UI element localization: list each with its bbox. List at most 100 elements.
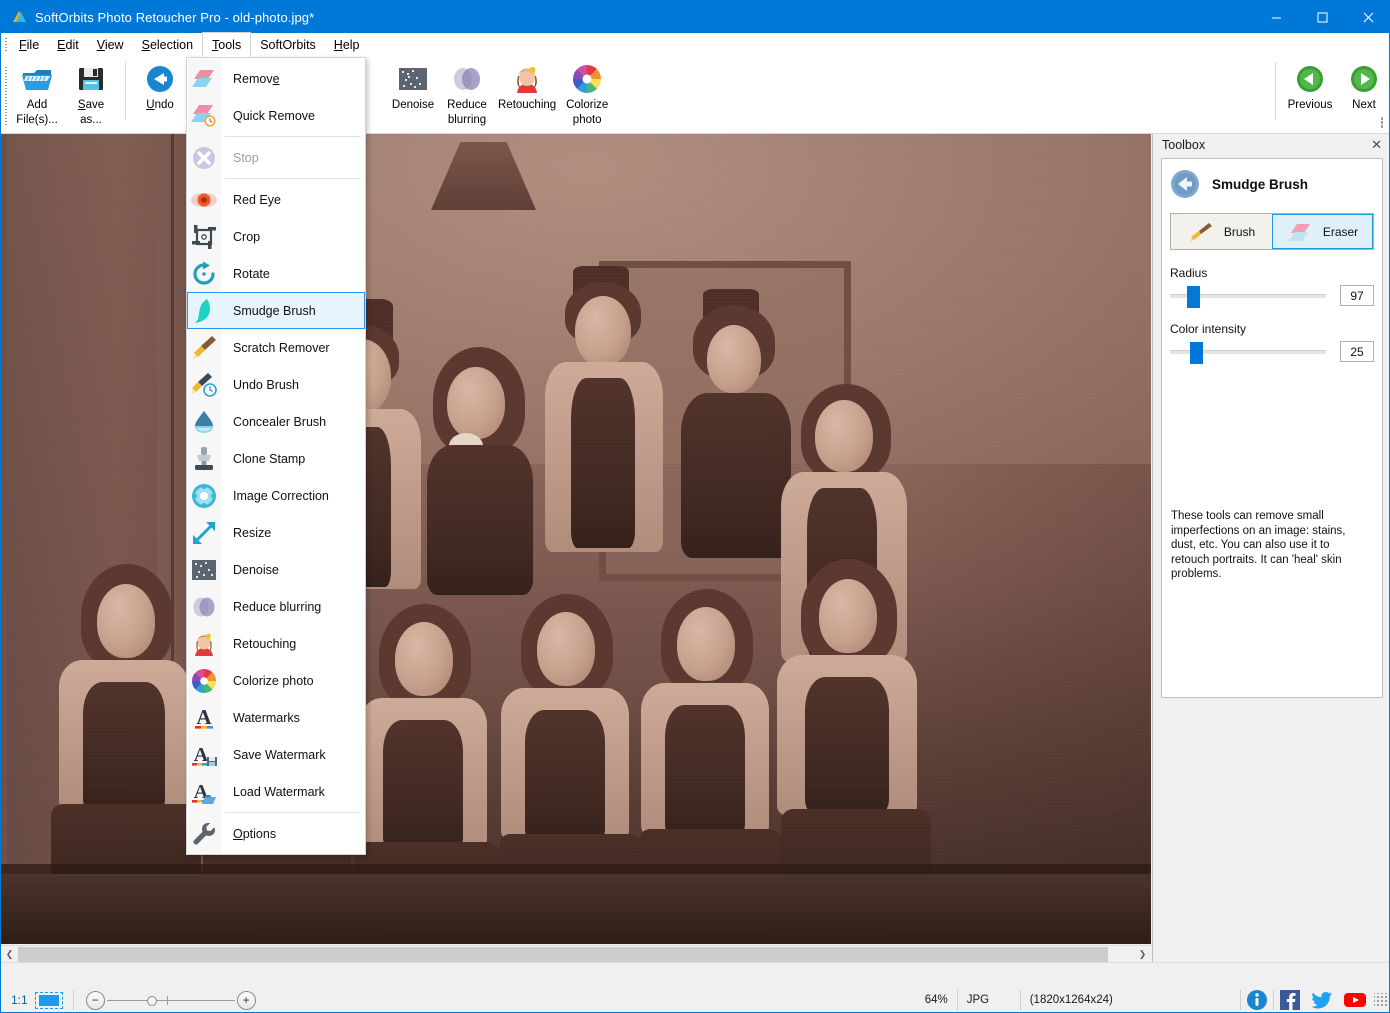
retouching-icon <box>511 61 543 97</box>
reduce-blurring-icon <box>187 590 220 623</box>
zoom-ratio-label[interactable]: 1:1 <box>1 993 28 1007</box>
facebook-icon[interactable] <box>1279 989 1301 1011</box>
scroll-trough[interactable] <box>18 946 1134 963</box>
menu-item-label: Resize <box>233 526 271 540</box>
undo-brush-icon <box>187 368 220 401</box>
twitter-icon[interactable] <box>1311 989 1333 1011</box>
retouching-button[interactable]: Retouching <box>494 57 560 129</box>
menu-item-quick-remove[interactable]: Quick Remove <box>187 97 365 134</box>
menu-item-clone-stamp[interactable]: Clone Stamp <box>187 440 365 477</box>
color-intensity-slider-thumb[interactable] <box>1190 342 1203 364</box>
denoise-icon <box>187 553 220 586</box>
menu-item-remove[interactable]: Remove <box>187 60 365 97</box>
close-icon[interactable] <box>1345 1 1390 33</box>
menu-item-watermarks[interactable]: A Watermarks <box>187 699 365 736</box>
eraser-mode-label: Eraser <box>1323 225 1358 239</box>
menu-item-scratch-remover[interactable]: Scratch Remover <box>187 329 365 366</box>
zoom-out-button[interactable]: − <box>86 991 105 1010</box>
menu-item-undo-brush[interactable]: Undo Brush <box>187 366 365 403</box>
brush-mode-button[interactable]: Brush <box>1171 214 1272 249</box>
image-dimensions: (1820x1264x24) <box>1021 987 1122 1013</box>
svg-text:A: A <box>196 705 212 729</box>
menu-item-label: Rotate <box>233 267 270 281</box>
zoom-in-button[interactable]: + <box>237 991 256 1010</box>
toolbox-close-icon[interactable]: ✕ <box>1371 139 1382 151</box>
resize-icon <box>187 516 220 549</box>
softorbits-logo-icon <box>11 9 27 25</box>
toolbox-title: Toolbox <box>1162 138 1205 152</box>
menu-selection[interactable]: Selection <box>133 33 202 57</box>
toolbox-header: Toolbox ✕ <box>1153 134 1390 156</box>
add-files-button[interactable]: Add File(s)... <box>10 57 64 129</box>
menu-item-smudge-brush[interactable]: Smudge Brush <box>187 292 365 329</box>
eraser-mode-button[interactable]: Eraser <box>1272 214 1373 249</box>
menu-tools[interactable]: Tools <box>202 32 251 57</box>
toolbar-separator <box>125 62 126 120</box>
stop-icon <box>187 141 220 174</box>
scroll-thumb[interactable] <box>18 947 1108 962</box>
previous-button[interactable]: Previous <box>1283 57 1337 129</box>
eraser-icon <box>1287 221 1313 243</box>
image-canvas[interactable] <box>1 134 1151 944</box>
minimize-icon[interactable] <box>1253 1 1299 33</box>
menu-item-save-watermark[interactable]: A Save Watermark <box>187 736 365 773</box>
menu-item-denoise[interactable]: Denoise <box>187 551 365 588</box>
menu-edit[interactable]: Edit <box>48 33 88 57</box>
denoise-icon <box>397 61 429 97</box>
scroll-right-icon[interactable]: ❯ <box>1134 946 1151 963</box>
photo-preview <box>1 134 1151 944</box>
color-intensity-slider[interactable] <box>1170 350 1326 354</box>
window-controls <box>1253 1 1390 33</box>
canvas-horizontal-scrollbar[interactable]: ❮ ❯ <box>1 945 1151 962</box>
menu-file[interactable]: File <box>10 33 48 57</box>
menu-item-crop[interactable]: Crop <box>187 218 365 255</box>
menu-item-concealer-brush[interactable]: Concealer Brush <box>187 403 365 440</box>
tools-dropdown-menu: Remove Quick Remove <box>186 57 366 855</box>
menu-item-load-watermark[interactable]: A Load Watermark <box>187 773 365 810</box>
menu-item-label: Watermarks <box>233 711 300 725</box>
zoom-slider-tick <box>167 996 168 1005</box>
colorize-photo-button[interactable]: Colorize photo <box>560 57 614 129</box>
zoom-slider[interactable] <box>107 991 235 1010</box>
youtube-icon[interactable] <box>1343 989 1365 1011</box>
menu-item-rotate[interactable]: Rotate <box>187 255 365 292</box>
menu-view[interactable]: View <box>88 33 133 57</box>
info-icon[interactable] <box>1246 989 1268 1011</box>
reduce-blurring-button[interactable]: Reduce blurring <box>440 57 494 129</box>
menu-item-red-eye[interactable]: Red Eye <box>187 181 365 218</box>
radius-value[interactable]: 97 <box>1340 285 1374 306</box>
zoom-slider-knob[interactable] <box>147 996 157 1006</box>
menu-item-retouching[interactable]: Retouching <box>187 625 365 662</box>
radius-slider-thumb[interactable] <box>1187 286 1200 308</box>
maximize-icon[interactable] <box>1299 1 1345 33</box>
color-intensity-value[interactable]: 25 <box>1340 341 1374 362</box>
menu-item-options[interactable]: Options <box>187 815 365 852</box>
next-label: Next <box>1352 99 1376 112</box>
save-as-button[interactable]: Save as... <box>64 57 118 129</box>
window-resize-grip[interactable] <box>1374 993 1388 1007</box>
file-format: JPG <box>958 987 1020 1013</box>
menu-item-reduce-blurring[interactable]: Reduce blurring <box>187 588 365 625</box>
radius-slider[interactable] <box>1170 294 1326 298</box>
menu-help[interactable]: Help <box>325 33 369 57</box>
undo-button[interactable]: Undo <box>133 57 187 129</box>
toolbar-grip <box>1 57 10 134</box>
menu-item-resize[interactable]: Resize <box>187 514 365 551</box>
scroll-left-icon[interactable]: ❮ <box>1 946 18 963</box>
window-title: SoftOrbits Photo Retoucher Pro - old-pho… <box>35 10 314 25</box>
color-intensity-slider-line: 25 <box>1170 341 1374 362</box>
status-divider <box>73 990 74 1010</box>
toolbar-overflow-icon[interactable]: ┇ <box>1377 119 1387 129</box>
menu-item-label: Colorize photo <box>233 674 314 688</box>
menu-item-colorize-photo[interactable]: Colorize photo <box>187 662 365 699</box>
menu-softorbits[interactable]: SoftOrbits <box>251 33 325 57</box>
menu-item-image-correction[interactable]: Image Correction <box>187 477 365 514</box>
crop-icon <box>187 220 220 253</box>
menu-item-label: Denoise <box>233 563 279 577</box>
menu-bar: File Edit View Selection Tools SoftOrbit… <box>1 33 1390 57</box>
back-arrow-icon[interactable] <box>1170 169 1200 199</box>
paintbrush-icon <box>1188 221 1214 243</box>
denoise-button[interactable]: Denoise <box>386 57 440 129</box>
concealer-brush-icon <box>187 405 220 438</box>
fit-to-window-icon[interactable] <box>35 992 63 1009</box>
